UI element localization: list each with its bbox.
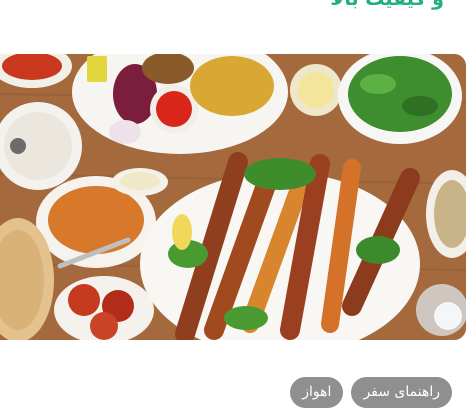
- article-heading: و کیفیت بالا: [330, 0, 444, 10]
- food-photo[interactable]: [0, 54, 466, 340]
- food-photo-illustration: [0, 54, 466, 340]
- tag-travel-guide[interactable]: راهنمای سفر: [351, 377, 452, 408]
- tag-ahvaz[interactable]: اهواز: [290, 377, 344, 408]
- heading-clip: و کیفیت بالا: [0, 0, 472, 16]
- tag-list: راهنمای سفر اهواز: [290, 377, 452, 408]
